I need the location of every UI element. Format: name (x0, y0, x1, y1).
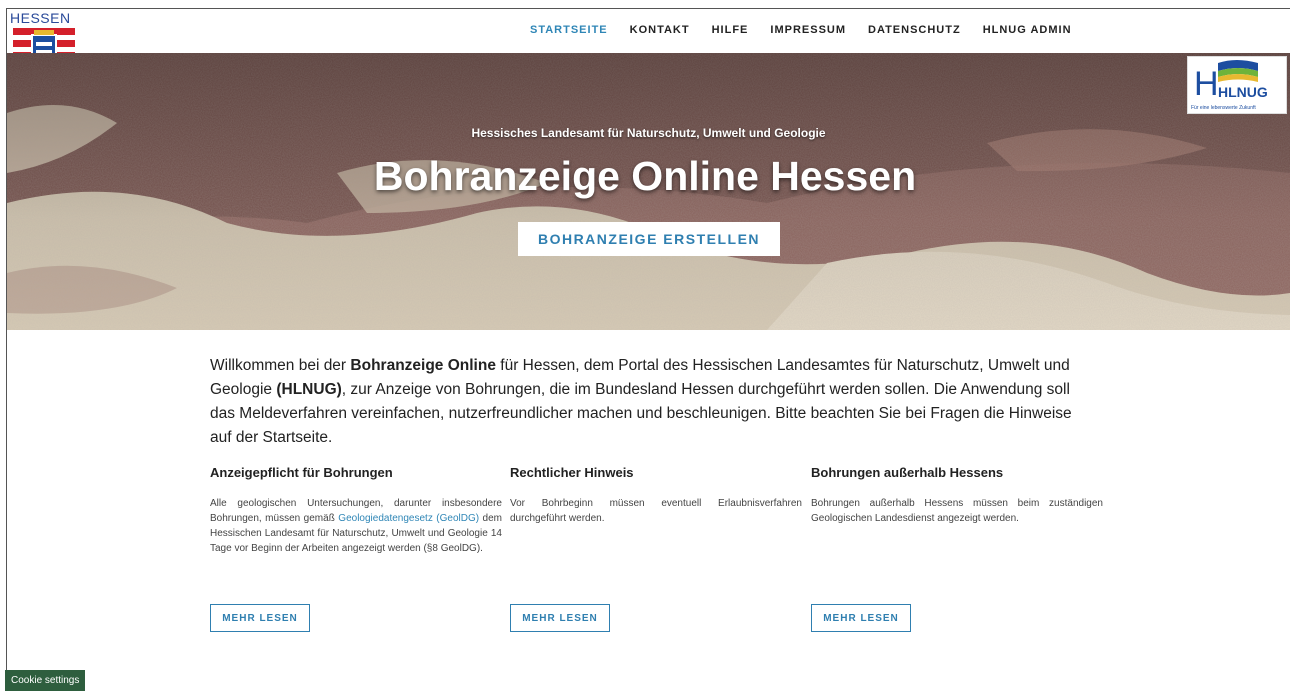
nav-impressum[interactable]: IMPRESSUM (770, 24, 846, 36)
info-column-anzeigepflicht: Anzeigepflicht für Bohrungen Alle geolog… (210, 465, 503, 632)
more-button-ausserhalb[interactable]: MEHR LESEN (811, 604, 911, 632)
intro-part: Willkommen bei der (210, 357, 351, 374)
hero-subtitle: Hessisches Landesamt für Naturschutz, Um… (471, 126, 826, 140)
hlnug-logo-tagline: Für eine lebenswerte Zukunft (1191, 105, 1256, 111)
cookie-settings-button[interactable]: Cookie settings (5, 670, 86, 691)
hero-banner: H HLNUG Für eine lebenswerte Zukunft Hes… (7, 53, 1290, 330)
nav-kontakt[interactable]: KONTAKT (630, 24, 690, 36)
more-button-rechtlich[interactable]: MEHR LESEN (510, 604, 610, 632)
column-text: Bohrungen außerhalb Hessens müssen beim … (811, 498, 1103, 524)
hessen-wordmark: HESSEN (10, 10, 71, 26)
column-text: Alle geologischen Untersuchungen, darunt… (210, 498, 503, 554)
main-nav: STARTSEITE KONTAKT HILFE IMPRESSUM DATEN… (530, 24, 1094, 36)
info-column-rechtlich: Rechtlicher Hinweis Vor Bohrbeginn müsse… (510, 465, 802, 632)
page-title: Bohranzeige Online Hessen (373, 153, 917, 199)
intro-bold-hlnug: (HLNUG) (276, 381, 342, 398)
nav-hlnug-admin[interactable]: HLNUG ADMIN (983, 24, 1072, 36)
nav-hilfe[interactable]: HILFE (712, 24, 749, 36)
nav-datenschutz[interactable]: DATENSCHUTZ (868, 24, 961, 36)
svg-text:H: H (1194, 65, 1219, 103)
nav-startseite[interactable]: STARTSEITE (530, 24, 608, 36)
column-heading: Rechtlicher Hinweis (510, 465, 634, 480)
create-bohranzeige-button[interactable]: BOHRANZEIGE ERSTELLEN (518, 222, 780, 256)
column-text: Vor Bohrbeginn müssen eventuell Erlaubni… (510, 498, 802, 524)
column-heading: Anzeigepflicht für Bohrungen (210, 465, 393, 480)
hlnug-logo-text: HLNUG (1218, 84, 1268, 100)
hlnug-logo[interactable]: H HLNUG Für eine lebenswerte Zukunft (1187, 56, 1287, 114)
geoldg-link[interactable]: Geologiedatengesetz (GeolDG) (338, 513, 479, 524)
intro-text: Willkommen bei der Bohranzeige Online fü… (210, 354, 1090, 450)
more-button-anzeigepflicht[interactable]: MEHR LESEN (210, 604, 310, 632)
info-column-ausserhalb: Bohrungen außerhalb Hessens Bohrungen au… (811, 465, 1103, 632)
column-heading: Bohrungen außerhalb Hessens (811, 465, 1004, 480)
hlnug-logo-icon: H HLNUG Für eine lebenswerte Zukunft (1191, 60, 1268, 111)
intro-bold-app: Bohranzeige Online (350, 357, 496, 374)
